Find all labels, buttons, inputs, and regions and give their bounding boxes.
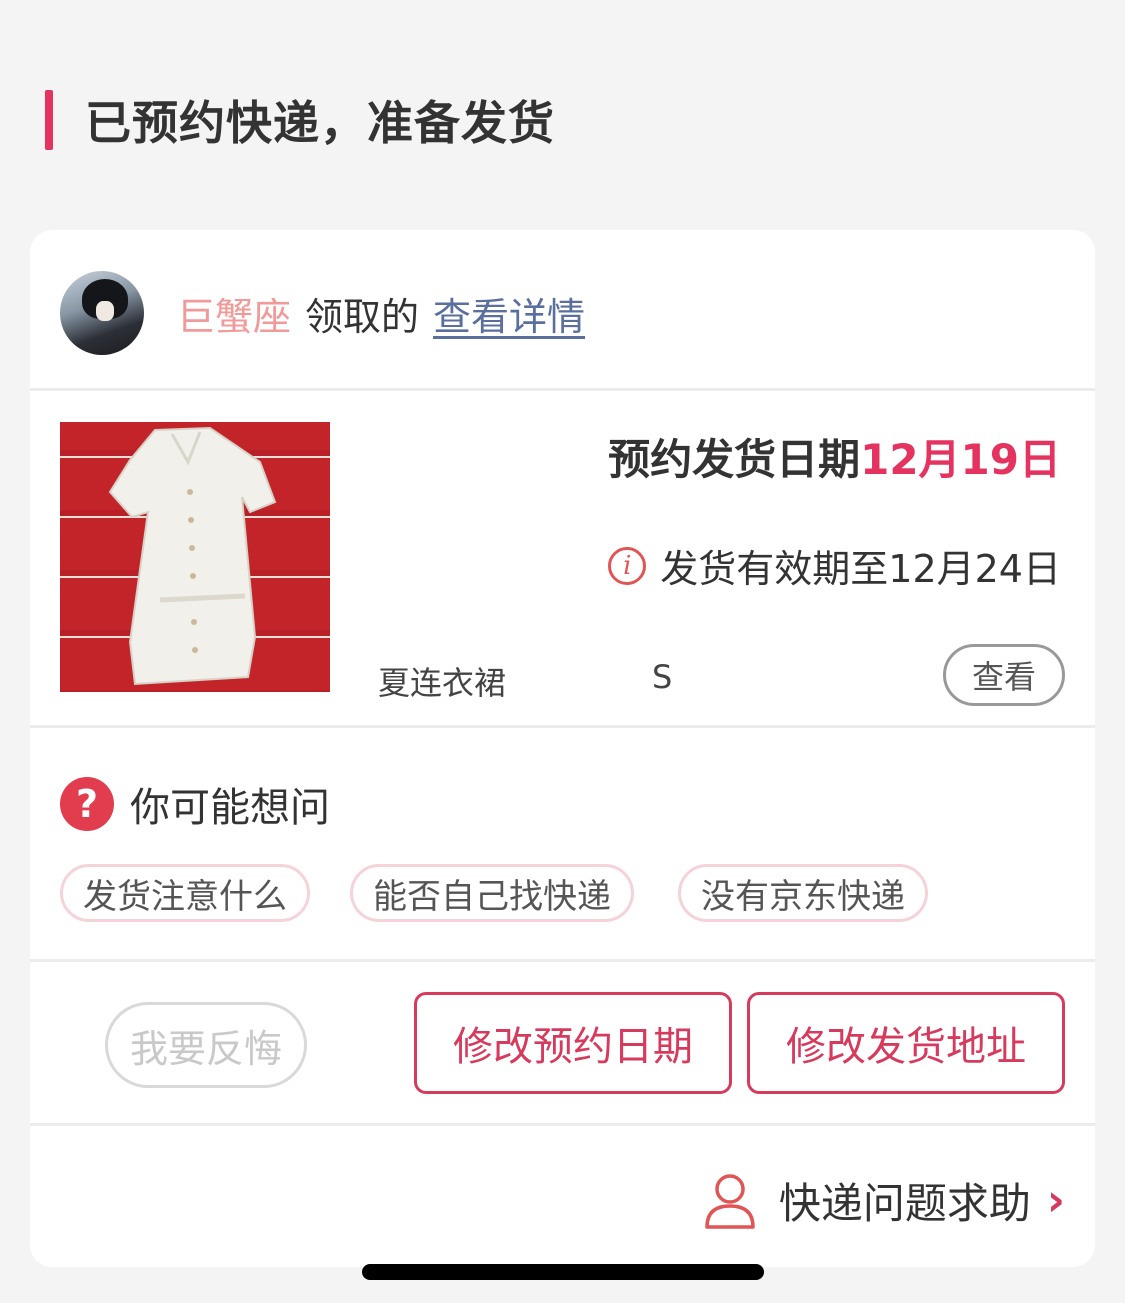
question-icon: ? bbox=[60, 777, 114, 831]
faq-chip[interactable]: 没有京东快递 bbox=[678, 864, 928, 922]
divider bbox=[30, 388, 1095, 391]
page-title: 已预约快递，准备发货 bbox=[85, 96, 555, 150]
divider bbox=[30, 725, 1095, 728]
avatar[interactable] bbox=[60, 271, 144, 355]
home-indicator bbox=[362, 1264, 764, 1280]
regret-button[interactable]: 我要反悔 bbox=[105, 1002, 307, 1088]
product-image[interactable] bbox=[60, 422, 330, 692]
faq-chip[interactable]: 发货注意什么 bbox=[60, 864, 310, 922]
divider bbox=[30, 1123, 1095, 1126]
validity-text: 发货有效期至12月24日 bbox=[660, 547, 1061, 591]
section-header: 已预约快递，准备发货 bbox=[45, 88, 555, 152]
modify-date-button[interactable]: 修改预约日期 bbox=[414, 992, 732, 1094]
claimed-text: 领取的 bbox=[305, 294, 420, 339]
accent-bar bbox=[45, 90, 53, 150]
faq-chip[interactable]: 能否自己找快递 bbox=[350, 864, 634, 922]
modify-address-button[interactable]: 修改发货地址 bbox=[747, 992, 1065, 1094]
info-icon: i bbox=[608, 546, 647, 585]
faq-header: ? 你可能想问 bbox=[60, 775, 330, 833]
user-name[interactable]: 巨蟹座 bbox=[177, 286, 291, 341]
divider bbox=[30, 959, 1095, 962]
view-details-link[interactable]: 查看详情 bbox=[433, 286, 585, 341]
claim-row: 巨蟹座 领取的 查看详情 bbox=[60, 270, 585, 356]
faq-title: 你可能想问 bbox=[130, 785, 330, 831]
validity-row: i 发货有效期至12月24日 bbox=[608, 538, 1061, 593]
product-size: S bbox=[652, 658, 673, 696]
courier-help-row[interactable]: 快递问题求助 › bbox=[703, 1170, 1065, 1231]
product-name: 夏连衣裙 bbox=[378, 664, 507, 702]
shipment-card: 巨蟹座 领取的 查看详情 预约发货日期12月19日 i 发货有效期至12月24日… bbox=[30, 230, 1095, 1267]
courier-help-label: 快递问题求助 bbox=[778, 1179, 1031, 1228]
ship-date: 预约发货日期12月19日 bbox=[608, 426, 1061, 487]
ship-date-value: 12月19日 bbox=[860, 435, 1061, 484]
user-icon bbox=[705, 1173, 755, 1229]
ship-date-label: 预约发货日期 bbox=[608, 435, 861, 484]
chevron-right-icon: › bbox=[1046, 1175, 1065, 1226]
view-button[interactable]: 查看 bbox=[943, 644, 1065, 706]
